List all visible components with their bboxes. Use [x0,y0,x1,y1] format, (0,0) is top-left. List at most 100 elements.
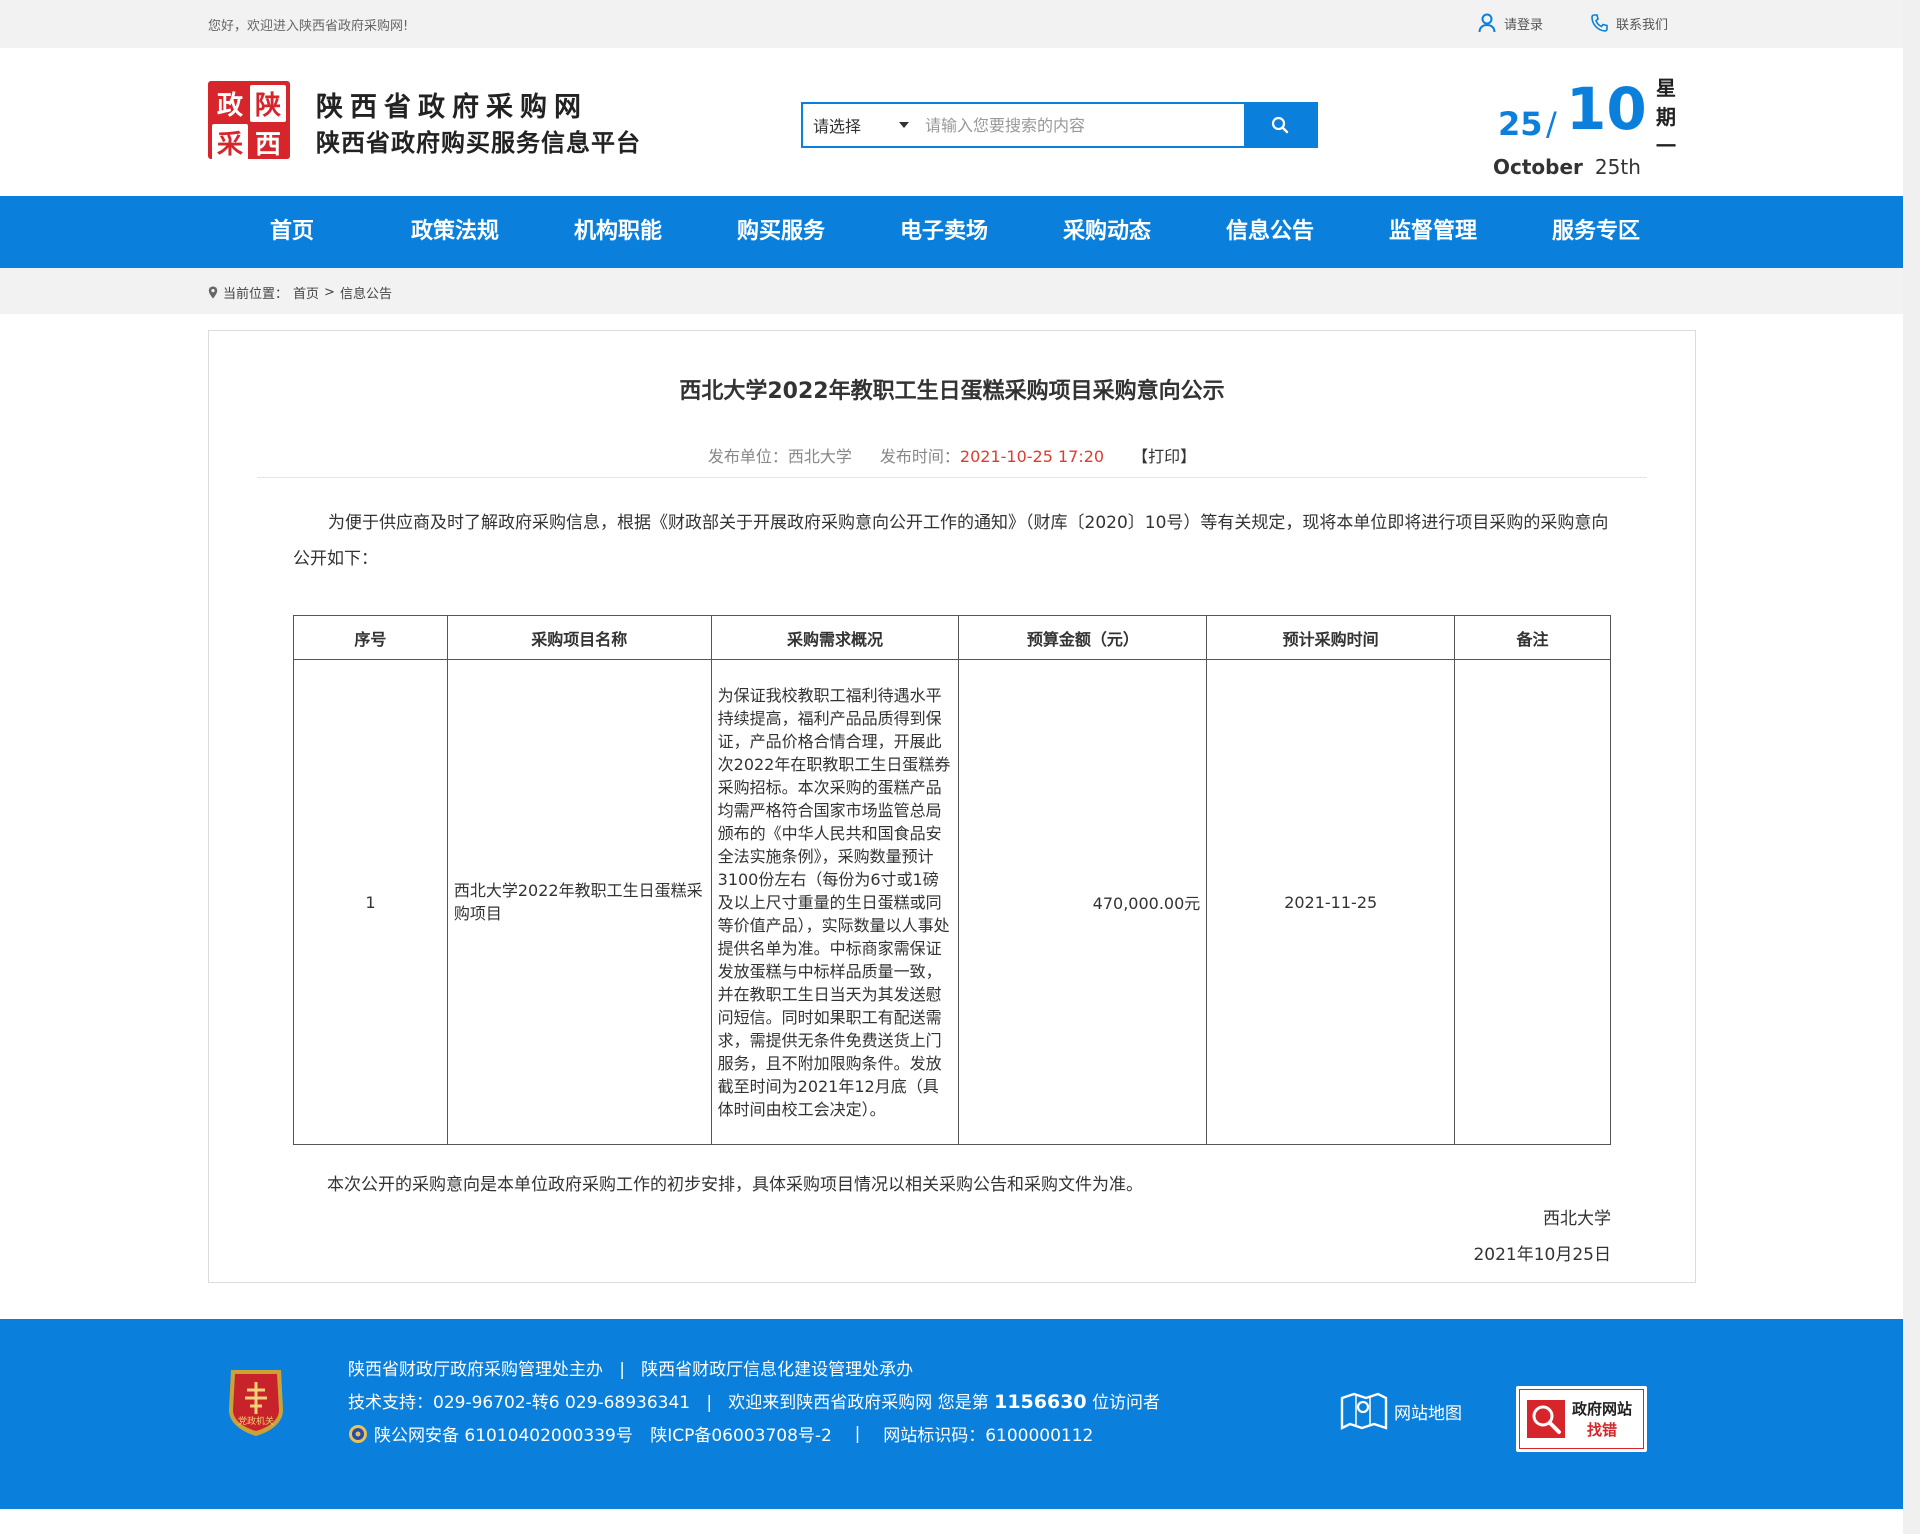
nav-item-purchase-services[interactable]: 购买服务 [711,196,851,268]
column-header: 采购需求概况 [710,615,960,660]
logo-char: 采 [212,124,248,161]
welcome-text: 您好，欢迎进入陕西省政府采购网! [208,19,409,34]
publisher-value: 西北大学 [787,447,852,466]
sitemap-label: 网站地图 [1394,1403,1462,1424]
procurement-table: 序号 采购项目名称 采购需求概况 预算金额（元） 预计采购时间 备注 1 西北大… [293,615,1611,1145]
police-badge-icon [349,1424,367,1443]
visit-suffix: 位访问者 [1092,1393,1161,1413]
login-link[interactable]: 请登录 [1478,13,1543,33]
article-panel: 西北大学2022年教职工生日蛋糕采购项目采购意向公示 发布单位：西北大学 发布时… [208,330,1696,1283]
tech-support: 技术支持：029-96702-转6 029-68936341 [348,1393,691,1413]
footer-support-line: 技术支持：029-96702-转6 029-68936341 | 欢迎来到陕西省… [348,1388,1160,1413]
footer-separator: | [854,1423,861,1444]
nav-item-service-zone[interactable]: 服务专区 [1526,196,1666,268]
divider [257,477,1647,478]
cell-expected-time: 2021-11-25 [1206,659,1456,1145]
table-header-row: 序号 采购项目名称 采购需求概况 预算金额（元） 预计采购时间 备注 [293,615,1611,660]
publisher: 发布单位：西北大学 [708,443,852,467]
cell-budget: 470,000.00元 [958,659,1208,1145]
phone-icon [1591,14,1608,32]
gov-site-error-report[interactable]: 政府网站 找错 [1516,1386,1647,1452]
site-subtitle: 陕西省政府购买服务信息平台 [316,129,641,157]
footer-separator: | [706,1393,713,1413]
footer-organizers: 陕西省财政厅政府采购管理处主办 | 陕西省财政厅信息化建设管理处承办 [348,1355,913,1380]
weekday-char: 一 [1656,134,1676,158]
footer-registration-line: 陕公网安备 61010402000339号 陕ICP备06003708号-2 |… [348,1421,1093,1446]
main-nav: 首页 政策法规 机构职能 购买服务 电子卖场 采购动态 信息公告 监督管理 服务… [0,196,1903,268]
search-bar: 请选择 [801,102,1318,148]
beian-link[interactable]: 陕公网安备 61010402000339号 [374,1421,633,1446]
organizer-undertaker: 陕西省财政厅信息化建设管理处承办 [641,1360,914,1380]
search-category-select[interactable]: 请选择 [803,104,919,146]
weekday-char: 期 [1656,105,1676,129]
nav-item-procurement-news[interactable]: 采购动态 [1037,196,1177,268]
breadcrumb: 当前位置： 首页 > 信息公告 [208,283,392,302]
intro-paragraph: 为便于供应商及时了解政府采购信息，根据《财政部关于开展政府采购意向公开工作的通知… [293,513,1609,569]
visit-count: 1156630 [994,1391,1087,1413]
date-display: 25 / 10 星 期 一 October 25th [1490,70,1680,180]
date-day-en: 25th [1594,155,1641,179]
login-label: 请登录 [1504,17,1544,33]
nav-item-institutions[interactable]: 机构职能 [548,196,688,268]
top-strip: 您好，欢迎进入陕西省政府采购网! 请登录 联系我们 [0,0,1903,48]
date-slash: / [1546,105,1557,143]
weekday-char: 星 [1656,76,1676,100]
magnifier-icon [1527,1400,1565,1438]
map-icon [1340,1392,1388,1430]
nav-item-policy[interactable]: 政策法规 [385,196,525,268]
party-government-emblem[interactable]: 党政机关 [225,1366,287,1438]
publish-time: 发布时间：2021-10-25 17:20 [880,443,1104,467]
column-header: 预算金额（元） [958,615,1208,660]
search-button[interactable] [1244,104,1316,146]
logo-char: 西 [254,130,281,160]
print-button[interactable]: 【打印】 [1132,443,1196,467]
site-header: 政 陕 采 西 陕西省政府采购网 陕西省政府购买服务信息平台 请选择 25 / … [0,48,1903,196]
icp-link[interactable]: 陕ICP备06003708号-2 [650,1421,832,1446]
site-logo[interactable]: 政 陕 采 西 [208,81,290,161]
cell-note [1454,659,1611,1145]
chevron-down-icon [899,122,909,128]
publish-time-label: 发布时间： [879,447,960,466]
site-title: 陕西省政府采购网 [316,92,588,123]
nav-item-supervision[interactable]: 监督管理 [1363,196,1503,268]
search-input[interactable] [919,104,1244,146]
nav-item-home[interactable]: 首页 [222,196,362,268]
date-month-en: October [1493,155,1583,179]
table-row: 1 西北大学2022年教职工生日蛋糕采购项目 为保证我校教职工福利待遇水平持续提… [293,659,1611,1145]
logo-char: 政 [216,91,243,121]
user-icon [1478,13,1496,33]
signature-date: 2021年10月25日 [1473,1245,1611,1265]
cell-requirement: 为保证我校教职工福利待遇水平持续提高，福利产品品质得到保证，产品价格合情合理，开… [710,659,960,1145]
column-header: 备注 [1454,615,1611,660]
logo-char: 陕 [250,85,286,122]
breadcrumb-separator: > [324,285,335,300]
find-title: 政府网站 [1572,1400,1633,1418]
date-english: October 25th [1493,155,1641,179]
column-header: 采购项目名称 [446,615,712,660]
breadcrumb-current[interactable]: 信息公告 [340,283,392,302]
publisher-label: 发布单位： [707,447,788,466]
cell-no: 1 [293,659,448,1145]
location-pin-icon [208,286,218,299]
footer-separator: | [619,1360,625,1380]
contact-label: 联系我们 [1616,17,1669,33]
column-header: 预计采购时间 [1206,615,1456,660]
date-weekday: 星 期 一 [1654,74,1678,161]
date-day: 25 [1498,105,1543,143]
nav-item-e-mall[interactable]: 电子卖场 [874,196,1014,268]
closing-paragraph: 本次公开的采购意向是本单位政府采购工作的初步安排，具体采购项目情况以相关采购公告… [327,1175,1143,1195]
date-month: 10 [1566,75,1647,143]
site-id: 网站标识码：6100000112 [883,1426,1094,1446]
sitemap-link[interactable]: 网站地图 [1340,1390,1462,1432]
select-label: 请选择 [813,117,862,136]
contact-link[interactable]: 联系我们 [1590,13,1668,33]
article-title: 西北大学2022年教职工生日蛋糕采购项目采购意向公示 [679,379,1225,404]
column-header: 序号 [293,615,448,660]
search-icon [1271,116,1289,134]
page-scrollbar[interactable] [1903,0,1920,1534]
breadcrumb-home[interactable]: 首页 [293,283,319,302]
organizer-host: 陕西省财政厅政府采购管理处主办 [348,1360,603,1380]
publish-time-value: 2021-10-25 17:20 [959,447,1105,466]
nav-item-announcements[interactable]: 信息公告 [1200,196,1340,268]
cell-project-name: 西北大学2022年教职工生日蛋糕采购项目 [446,659,712,1145]
